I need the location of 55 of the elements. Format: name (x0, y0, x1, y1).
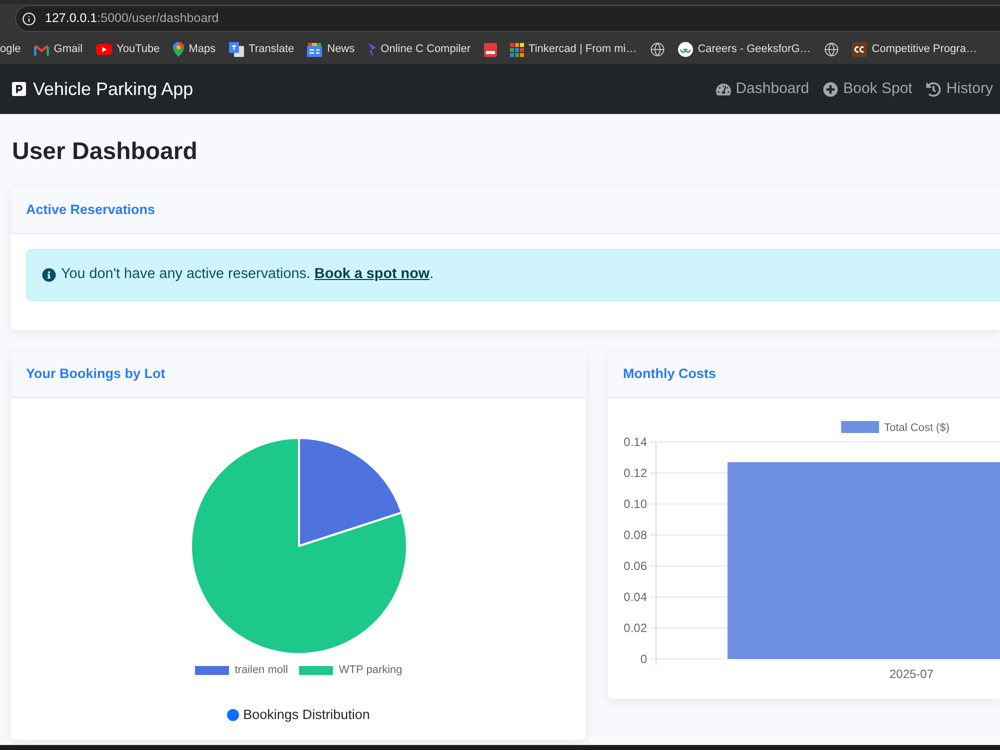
info-icon (22, 12, 36, 26)
card-title: Your Bookings by Lot (26, 365, 166, 384)
nav-link[interactable]: History (926, 78, 993, 100)
bookmark-button[interactable] (650, 42, 665, 57)
y-axis-label: 0 (640, 652, 647, 666)
y-axis-label: 0.10 (624, 497, 647, 511)
book-spot-link[interactable]: Book a spot now (314, 266, 430, 282)
m-logo-icon (34, 44, 49, 56)
y-axis-label: 0.08 (624, 528, 647, 542)
color-grid-icon (510, 42, 524, 56)
bookmark-link[interactable]: Careers - GeeksforG… (678, 41, 811, 58)
circle-logo-icon (678, 42, 693, 57)
history-icon (926, 82, 942, 96)
play-icon (96, 44, 112, 55)
y-axis-label: 0.06 (624, 559, 647, 573)
card-title: Active Reservations (26, 201, 156, 220)
bookmark-link[interactable]: ogle (0, 41, 21, 58)
bookmark-link[interactable]: Tinkercad | From mi… (510, 41, 637, 58)
globe-icon (824, 42, 839, 57)
globe-icon (650, 42, 665, 57)
bookmark-link[interactable]: Translate (228, 41, 294, 58)
square-logo-icon (852, 42, 867, 57)
address-bar[interactable]: 127.0.0.1:5000/user/dashboard (15, 5, 1000, 32)
chart-caption: Bookings Distribution (243, 706, 370, 724)
document-icon (484, 42, 497, 56)
bookmark-button[interactable] (824, 42, 839, 57)
info-icon (42, 268, 56, 282)
page-title: User Dashboard (11, 137, 198, 167)
nav-link[interactable]: Dashboard (716, 78, 810, 100)
legend-swatch-icon (841, 421, 880, 433)
x-axis-label: 2025-07 (889, 667, 934, 681)
bookmark-link[interactable]: Maps (172, 41, 216, 58)
bolt-logo-icon (368, 42, 376, 56)
alert-message: You don't have any active reservations. Book a spot now. (61, 265, 434, 284)
legend-label: Total Cost ($) (884, 422, 950, 434)
legend-label: WTP parking (338, 662, 402, 678)
bookmark-button[interactable] (484, 42, 497, 56)
brand-link[interactable]: Vehicle Parking App (11, 76, 194, 102)
gauge-icon (716, 82, 731, 96)
y-axis-label: 0.12 (624, 466, 647, 480)
bookmark-link[interactable]: Online C Compiler (368, 41, 471, 58)
y-axis-label: 0.14 (624, 435, 647, 449)
bookmark-link[interactable]: Competitive Progra… (852, 41, 977, 58)
translate-icon (228, 42, 244, 57)
newspaper-icon (307, 42, 322, 56)
nav-link[interactable]: Book Spot (823, 78, 912, 100)
y-axis-label: 0.02 (624, 621, 647, 635)
map-pin-icon (172, 42, 184, 57)
legend-label: trailen moll (234, 662, 288, 678)
bookmark-link[interactable]: News (307, 41, 355, 58)
bookmark-link[interactable]: YouTube (96, 41, 160, 58)
y-axis-label: 0.04 (624, 590, 647, 604)
bookmark-link[interactable]: Gmail (34, 41, 83, 58)
parking-icon (11, 81, 27, 97)
card-title: Monthly Costs (623, 365, 716, 384)
